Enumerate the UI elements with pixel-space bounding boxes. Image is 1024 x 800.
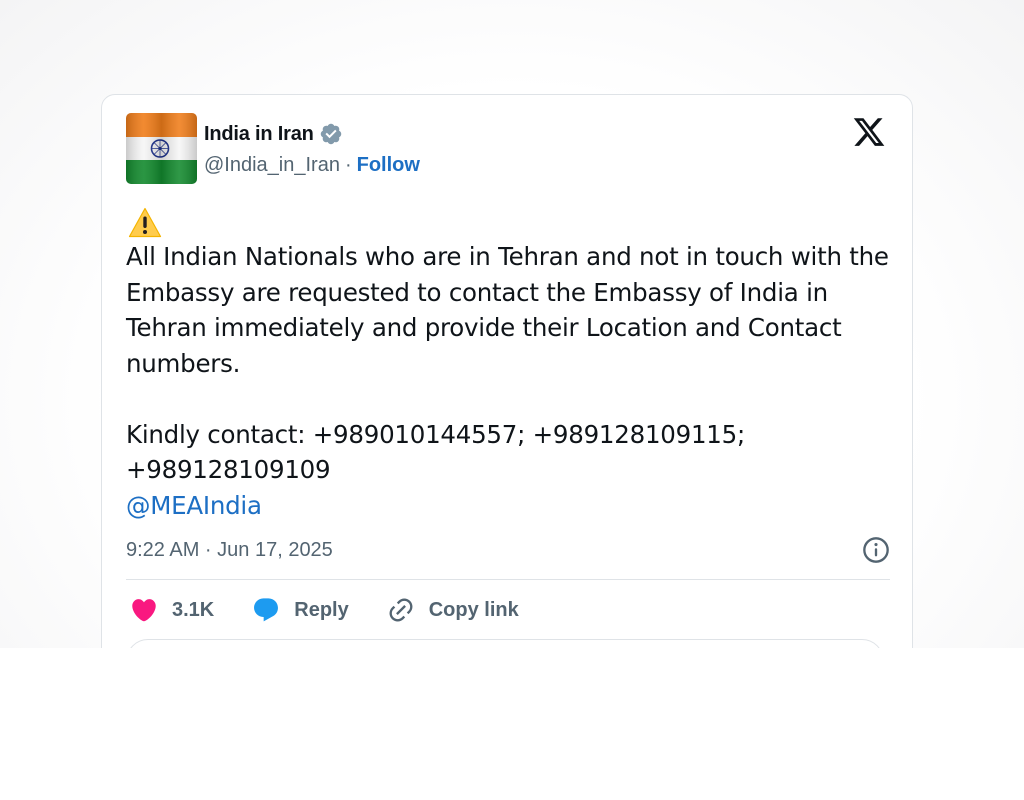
follow-button[interactable]: Follow [357,154,420,177]
handle-row: @India_in_Iran · Follow [204,154,420,177]
link-icon [389,598,413,622]
tweet-body: All Indian Nationals who are in Tehran a… [126,239,896,523]
tweet-header: India in Iran @India_in_Iran · Follow [126,113,420,184]
tweet-paragraph-1: All Indian Nationals who are in Tehran a… [126,242,889,378]
author-handle[interactable]: @India_in_Iran [204,154,340,177]
avatar[interactable] [126,113,197,184]
warning-icon [128,207,162,238]
reply-label: Reply [294,598,349,621]
name-row: India in Iran [204,122,420,146]
author-display-name[interactable]: India in Iran [204,123,314,146]
mention-link[interactable]: @MEAIndia [126,491,262,520]
tweet-paragraph-2: Kindly contact: +989010144557; +98912810… [126,419,745,485]
reply-bubble-icon [254,598,279,622]
verified-badge-icon [320,123,341,145]
author-info: India in Iran @India_in_Iran · Follow [204,122,420,177]
copy-link-label: Copy link [428,598,519,621]
tweet-timestamp[interactable]: 9:22 AM · Jun 17, 2025 [126,539,333,562]
like-count: 3.1K [172,598,215,621]
bottom-crop-mask [0,648,1024,800]
like-button[interactable]: 3.1K [130,596,214,624]
reply-button[interactable]: Reply [252,596,349,624]
copy-link-button[interactable]: Copy link [387,596,519,624]
separator-dot: · [344,154,352,176]
embedded-tweet-card[interactable]: India in Iran @India_in_Iran · Follow Al… [101,94,913,694]
india-flag-avatar-image [126,113,197,184]
tweet-meta: 9:22 AM · Jun 17, 2025 [126,535,890,565]
heart-icon [132,599,156,622]
info-icon[interactable] [862,536,890,564]
divider [126,579,890,580]
x-logo-icon[interactable] [852,115,886,149]
tweet-actions: 3.1K Reply Copy link [130,593,557,627]
